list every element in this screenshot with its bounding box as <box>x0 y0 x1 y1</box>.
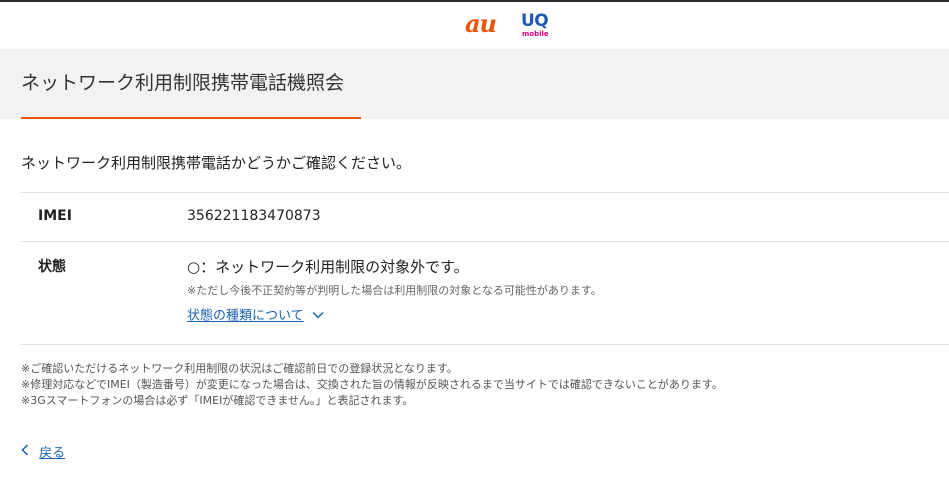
imei-label: IMEI <box>38 208 72 224</box>
au-logo[interactable]: au <box>465 10 497 38</box>
imei-value: 356221183470873 <box>187 208 321 224</box>
footnote-item: ※修理対応などでIMEI（製造番号）が変更になった場合は、交換された旨の情報が反… <box>21 378 723 391</box>
imei-row: IMEI 356221183470873 <box>21 192 949 241</box>
footnote-item: ※3Gスマートフォンの場合は必ず「IMEIが確認できません。」と表記されます。 <box>21 394 414 407</box>
footnotes: ※ご確認いただけるネットワーク利用制限の状況はご確認前日での登録状況となります。… <box>21 361 723 409</box>
status-row: 状態 ○：ネットワーク利用制限の対象外です。 ※ただし今後不正契約等が判明した場… <box>21 241 949 345</box>
back-link-label: 戻る <box>39 445 66 461</box>
chevron-left-icon <box>21 444 29 462</box>
status-value: ○：ネットワーク利用制限の対象外です。 <box>187 258 469 276</box>
back-link[interactable]: 戻る <box>21 444 65 463</box>
uq-mobile-logo[interactable]: UQ mobile <box>521 12 551 38</box>
title-band: ネットワーク利用制限携帯電話機照会 <box>0 49 949 119</box>
status-types-link-label: 状態の種類について <box>187 308 304 324</box>
page-title: ネットワーク利用制限携帯電話機照会 <box>21 72 345 94</box>
footnote-item: ※ご確認いただけるネットワーク利用制限の状況はご確認前日での登録状況となります。 <box>21 362 458 375</box>
intro-text: ネットワーク利用制限携帯電話かどうかご確認ください。 <box>21 154 412 172</box>
status-types-link[interactable]: 状態の種類について <box>187 307 324 326</box>
status-note: ※ただし今後不正契約等が判明した場合は利用制限の対象となる可能性があります。 <box>187 284 602 297</box>
title-underline <box>21 117 361 119</box>
uq-logo-text: UQ <box>521 11 549 31</box>
status-label: 状態 <box>38 259 66 275</box>
result-table: IMEI 356221183470873 状態 ○：ネットワーク利用制限の対象外… <box>21 192 949 345</box>
site-header: au UQ mobile <box>0 2 949 49</box>
chevron-down-icon <box>312 307 324 325</box>
uq-logo-subtext: mobile <box>522 30 549 38</box>
